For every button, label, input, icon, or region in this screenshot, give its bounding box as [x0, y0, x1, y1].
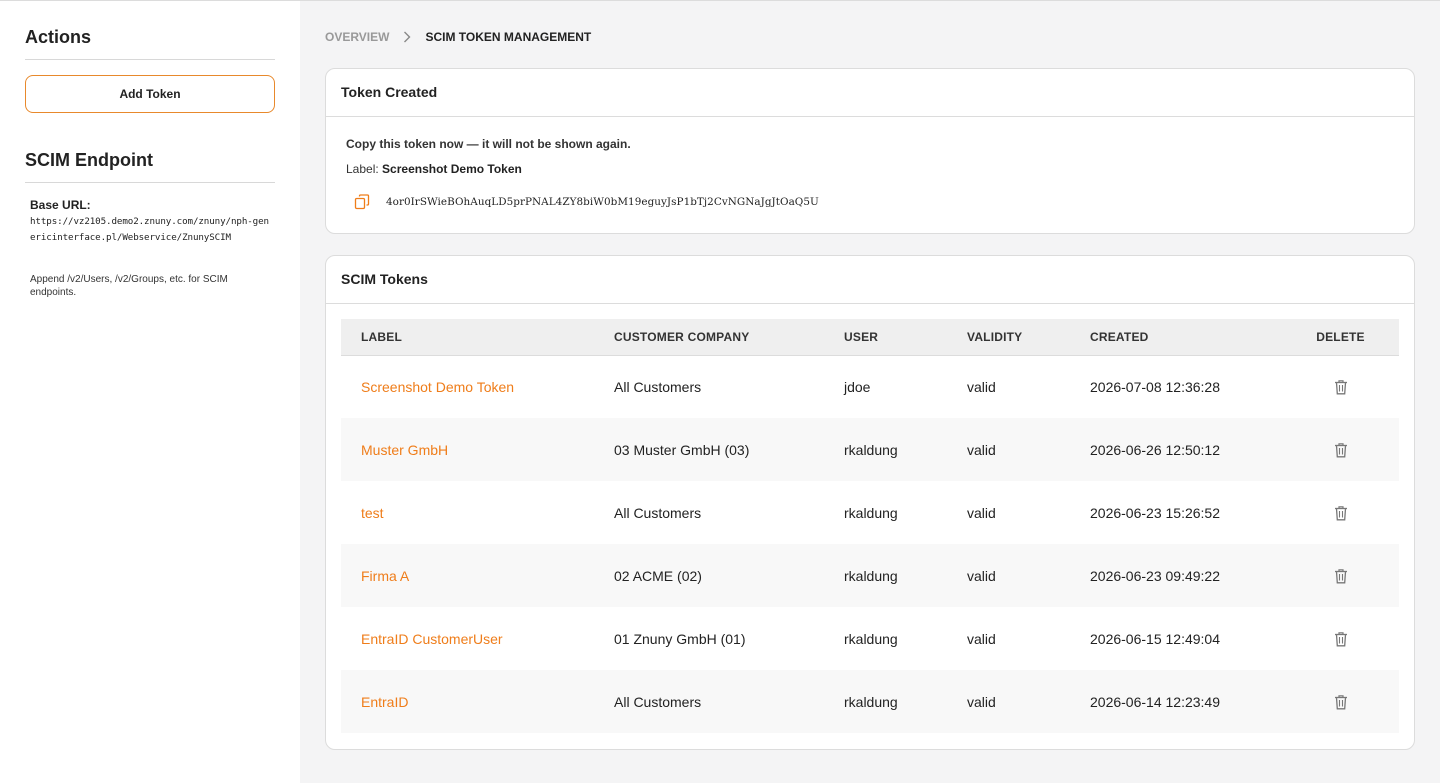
delete-cell: [1282, 670, 1399, 733]
validity-cell: valid: [967, 630, 996, 647]
user-cell: rkaldung: [844, 504, 898, 521]
token-label-cell: Screenshot Demo Token: [341, 355, 594, 418]
base-url-value: https://vz2105.demo2.znuny.com/znuny/nph…: [30, 216, 269, 243]
user-cell: rkaldung: [824, 544, 947, 607]
token-label-value: Screenshot Demo Token: [382, 162, 522, 176]
breadcrumb-overview[interactable]: OVERVIEW: [325, 30, 389, 44]
customer-company-cell: 03 Muster GmbH (03): [594, 418, 824, 481]
trash-icon[interactable]: [1334, 568, 1348, 584]
customer-company-cell: All Customers: [614, 504, 702, 521]
append-note: Append /v2/Users, /v2/Groups, etc. for S…: [30, 274, 228, 298]
base-url-label: Base URL:: [30, 198, 91, 212]
trash-icon[interactable]: [1334, 694, 1348, 710]
copy-icon[interactable]: [354, 194, 370, 210]
token-label-cell: EntraID: [341, 670, 594, 733]
customer-company-cell: All Customers: [594, 670, 824, 733]
customer-company-cell: 02 ACME (02): [594, 544, 824, 607]
created-cell: 2026-07-08 12:36:28: [1090, 378, 1220, 395]
table-row: Screenshot Demo Token All Customers jdoe va…: [341, 355, 1399, 418]
created-cell: 2026-06-23 09:49:22: [1070, 544, 1282, 607]
validity-cell: valid: [947, 544, 1070, 607]
actions-title: Actions: [25, 27, 275, 60]
delete-cell: [1282, 607, 1399, 670]
column-header-user[interactable]: USER: [824, 319, 947, 356]
main-content: OVERVIEW SCIM TOKEN MANAGEMENT Token Cre…: [325, 1, 1415, 750]
breadcrumb: OVERVIEW SCIM TOKEN MANAGEMENT: [325, 27, 1415, 47]
delete-cell: [1282, 355, 1399, 418]
token-label-link[interactable]: EntraID: [361, 694, 408, 710]
token-label-line: Label: Screenshot Demo Token: [346, 162, 1394, 176]
token-label-link[interactable]: Muster GmbH: [361, 442, 448, 458]
created-cell: 2026-06-15 12:49:04: [1090, 630, 1220, 647]
delete-cell: [1282, 481, 1399, 544]
created-cell: 2026-06-14 12:23:49: [1070, 670, 1282, 733]
created-cell: 2026-06-26 12:50:12: [1070, 418, 1282, 481]
token-label-cell: Muster GmbH: [341, 418, 594, 481]
trash-icon[interactable]: [1334, 379, 1348, 395]
scim-tokens-card: SCIM Tokens LABEL CUSTOMER COMPANY USER …: [325, 255, 1415, 750]
table-row: EntraID All Customers rkaldung valid 2026-06…: [341, 670, 1399, 733]
column-header-delete: DELETE: [1282, 319, 1399, 356]
column-header-validity[interactable]: VALIDITY: [947, 319, 1070, 356]
token-line: 4or0IrSWieBOhAuqLD5prPNAL4ZY8biW0bM19egu…: [346, 194, 1394, 210]
chevron-right-icon: [403, 31, 411, 43]
token-label-link[interactable]: test: [361, 505, 384, 521]
table-row: test All Customers rkaldung valid 2026-06-23…: [341, 481, 1399, 544]
user-cell: jdoe: [844, 378, 871, 395]
delete-cell: [1282, 544, 1399, 607]
validity-cell: valid: [967, 504, 996, 521]
add-token-button[interactable]: Add Token: [25, 75, 275, 113]
customer-company-cell: All Customers: [614, 378, 702, 395]
validity-cell: valid: [947, 670, 1070, 733]
created-cell: 2026-06-23 15:26:52: [1090, 504, 1220, 521]
trash-icon[interactable]: [1334, 442, 1348, 458]
trash-icon[interactable]: [1334, 505, 1348, 521]
token-label-link[interactable]: Screenshot Demo Token: [361, 379, 514, 395]
customer-company-cell: 01 Znuny GmbH (01): [614, 630, 746, 647]
token-label-cell: test: [341, 481, 594, 544]
token-label-cell: Firma A: [341, 544, 594, 607]
column-header-created[interactable]: CREATED: [1070, 319, 1282, 356]
table-header-row: LABEL CUSTOMER COMPANY USER VALIDITY CRE…: [341, 319, 1399, 356]
user-cell: rkaldung: [824, 670, 947, 733]
scim-tokens-table: LABEL CUSTOMER COMPANY USER VALIDITY CRE…: [341, 319, 1399, 733]
scim-tokens-title: SCIM Tokens: [326, 256, 1414, 304]
token-label-link[interactable]: Firma A: [361, 568, 409, 584]
scim-endpoint-title: SCIM Endpoint: [25, 150, 275, 183]
user-cell: rkaldung: [824, 418, 947, 481]
table-row: EntraID CustomerUser 01 Znuny GmbH (01) rk…: [341, 607, 1399, 670]
copy-warning: Copy this token now — it will not be sho…: [346, 137, 631, 151]
validity-cell: valid: [967, 378, 996, 395]
validity-cell: valid: [947, 418, 1070, 481]
user-cell: rkaldung: [844, 630, 898, 647]
sidebar: Actions Add Token SCIM Endpoint Base URL…: [0, 1, 300, 783]
token-value[interactable]: 4or0IrSWieBOhAuqLD5prPNAL4ZY8biW0bM19egu…: [386, 196, 819, 208]
delete-cell: [1282, 418, 1399, 481]
trash-icon[interactable]: [1334, 631, 1348, 647]
table-row: Firma A 02 ACME (02) rkaldung valid 2026-06-…: [341, 544, 1399, 607]
token-label-cell: EntraID CustomerUser: [341, 607, 594, 670]
column-header-company[interactable]: CUSTOMER COMPANY: [594, 319, 824, 356]
token-created-card: Token Created Copy this token now — it w…: [325, 68, 1415, 234]
column-header-label[interactable]: LABEL: [341, 319, 594, 356]
token-label-prefix: Label:: [346, 162, 379, 176]
scim-endpoint-info: Base URL: https://vz2105.demo2.znuny.com…: [25, 183, 275, 299]
token-label-link[interactable]: EntraID CustomerUser: [361, 631, 503, 647]
table-row: Muster GmbH 03 Muster GmbH (03) rkaldung va…: [341, 418, 1399, 481]
table-body: Screenshot Demo Token All Customers jdoe va…: [341, 355, 1399, 733]
breadcrumb-current: SCIM TOKEN MANAGEMENT: [425, 30, 592, 44]
token-created-title: Token Created: [326, 69, 1414, 117]
